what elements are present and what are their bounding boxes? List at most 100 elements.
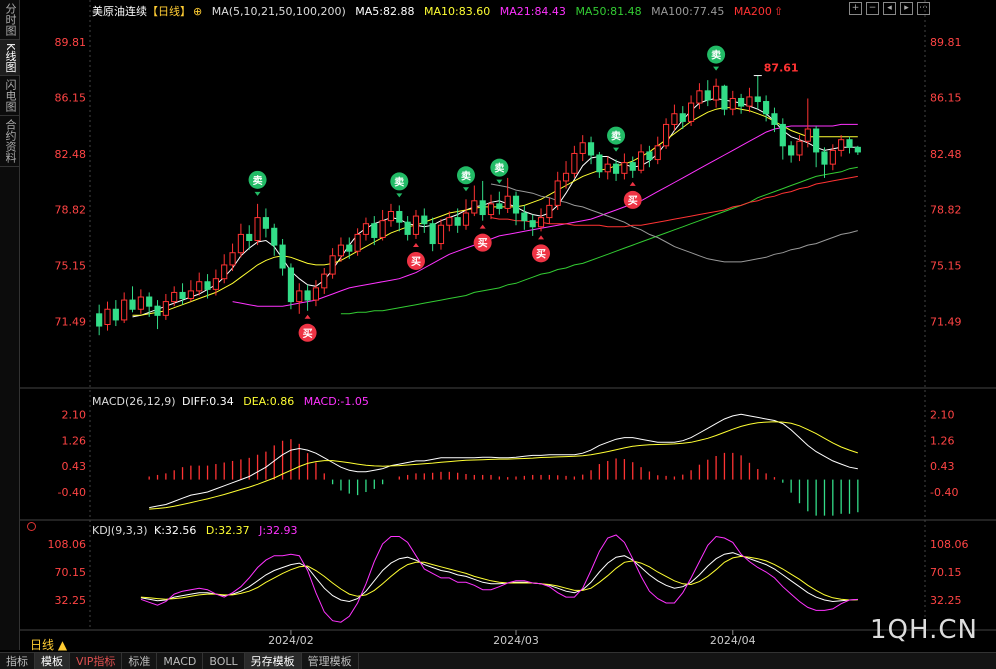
macd-dea: DEA:0.86 xyxy=(243,395,295,408)
candle-body xyxy=(629,162,636,171)
ma10-line xyxy=(132,107,858,316)
watermark-logo: 1QH.CN xyxy=(870,615,978,645)
candle-body xyxy=(162,301,169,316)
price-axis-label: 75.15 xyxy=(55,260,87,273)
candle-body xyxy=(604,163,611,173)
candle-body xyxy=(571,152,578,174)
candle-body xyxy=(688,102,695,122)
side-tab-label: 闪电图 xyxy=(4,79,17,113)
tab-indicators[interactable]: 指标 xyxy=(0,653,35,669)
candle-body xyxy=(104,308,111,326)
tab-save-template[interactable]: 另存模板 xyxy=(244,653,302,669)
candle-body xyxy=(754,96,761,103)
zoom-in-icon[interactable]: + xyxy=(849,2,862,15)
side-tab-flash[interactable]: 闪电图 xyxy=(0,76,20,117)
instrument-name: 美原油连续 xyxy=(92,5,147,18)
move-right-icon[interactable]: ▸ xyxy=(900,2,913,15)
buy-signal-label: 买 xyxy=(628,195,638,207)
zoom-out-icon[interactable]: − xyxy=(866,2,879,15)
price-axis-label: 71.49 xyxy=(55,316,87,329)
side-tab-contract-info[interactable]: 合约资料 xyxy=(0,116,20,168)
candle-body xyxy=(746,96,753,107)
candle-body xyxy=(696,90,703,104)
macd-axis-label: 1.26 xyxy=(62,434,87,447)
candle-body xyxy=(254,217,261,242)
kdj-label: KDJ(9,3,3) xyxy=(92,524,148,537)
tab-manage-template[interactable]: 管理模板 xyxy=(302,653,359,669)
move-left-icon[interactable]: ◂ xyxy=(883,2,896,15)
kdj-indicator-icon[interactable] xyxy=(27,522,36,531)
price-axis-label: 89.81 xyxy=(930,36,962,49)
ma200-value: MA200 xyxy=(733,5,772,18)
candle-body xyxy=(763,101,770,115)
candle-body xyxy=(671,113,678,125)
kdj-axis-label: 70.15 xyxy=(930,566,962,579)
price-axis-label: 86.15 xyxy=(55,92,87,105)
tab-macd[interactable]: MACD xyxy=(157,653,204,669)
macd-value: MACD:-1.05 xyxy=(303,395,369,408)
candle-body xyxy=(387,210,395,222)
tab-boll[interactable]: BOLL xyxy=(203,653,245,669)
buy-arrow-icon xyxy=(479,224,486,229)
candle-body xyxy=(204,281,211,290)
macd-axis-label: 0.43 xyxy=(930,460,955,473)
period-selector[interactable]: 日线 ▲ xyxy=(30,636,67,653)
buy-arrow-icon xyxy=(629,181,636,186)
candle-body xyxy=(587,142,595,156)
candle-body xyxy=(521,212,528,222)
buy-signal-label: 买 xyxy=(303,328,313,340)
candle-body xyxy=(346,244,353,252)
candle-body xyxy=(562,172,570,182)
kdj-axis-label: 108.06 xyxy=(930,538,969,551)
candle-body xyxy=(471,200,478,214)
macd-axis-label: -0.40 xyxy=(930,486,958,499)
candle-body xyxy=(179,291,186,300)
settings-icon[interactable]: ⋯ xyxy=(917,2,930,15)
candle-body xyxy=(662,123,670,147)
side-tab-timeline[interactable]: 分时图 xyxy=(0,0,20,40)
candle-body xyxy=(738,97,745,107)
candle-body xyxy=(487,203,495,216)
kline-chart[interactable]: 89.81 89.81 86.15 86.15 82.48 82.48 78.82 78.82… xyxy=(20,0,996,650)
tab-template[interactable]: 模板 xyxy=(35,653,70,669)
side-tab-kline[interactable]: K线图 xyxy=(0,40,20,77)
macd-header: MACD(26,12,9) DIFF:0.34 DEA:0.86 MACD:-1… xyxy=(92,395,375,408)
tab-standard[interactable]: 标准 xyxy=(122,653,158,669)
chart-toolbar: + − ◂ ▸ ⋯ xyxy=(849,2,930,15)
arrow-up-icon: ⇧ xyxy=(773,5,784,18)
macd-diff: DIFF:0.34 xyxy=(182,395,234,408)
tab-vip-indicators[interactable]: VIP指标 xyxy=(70,653,123,669)
ma5-value: MA5:82.88 xyxy=(355,5,415,18)
candle-body xyxy=(362,223,370,235)
kdj-axis-label: 32.25 xyxy=(930,594,962,607)
candle-body xyxy=(788,145,795,156)
ma200-line xyxy=(490,175,858,228)
ma50-value: MA50:81.48 xyxy=(575,5,642,18)
candle-body xyxy=(838,139,845,151)
candle-body xyxy=(679,113,686,122)
candle-body xyxy=(354,233,361,252)
price-axis-label: 82.48 xyxy=(55,148,87,161)
candle-body xyxy=(537,217,545,228)
price-axis-label: 75.15 xyxy=(930,260,962,273)
candle-body xyxy=(437,224,445,245)
candle-body xyxy=(796,140,803,156)
macd-axis-label: 0.43 xyxy=(62,460,87,473)
candle-body xyxy=(612,163,620,174)
candle-body xyxy=(146,296,153,307)
candle-body xyxy=(221,264,228,280)
candle-body xyxy=(854,146,861,153)
sell-arrow-icon xyxy=(462,187,469,192)
ma-settings-icon[interactable]: ⊕ xyxy=(193,5,202,18)
candle-body xyxy=(496,203,503,209)
price-axis-label: 89.81 xyxy=(55,36,87,49)
candle-body xyxy=(596,154,603,173)
buy-signal-label: 买 xyxy=(536,248,546,260)
candle-body xyxy=(312,287,320,301)
ma5-line xyxy=(132,97,858,318)
candle-body xyxy=(337,244,345,257)
side-tab-label: 合约资料 xyxy=(4,119,17,164)
ma21-value: MA21:84.43 xyxy=(499,5,566,18)
side-tab-label: K线图 xyxy=(4,43,17,73)
candle-body xyxy=(329,255,336,275)
